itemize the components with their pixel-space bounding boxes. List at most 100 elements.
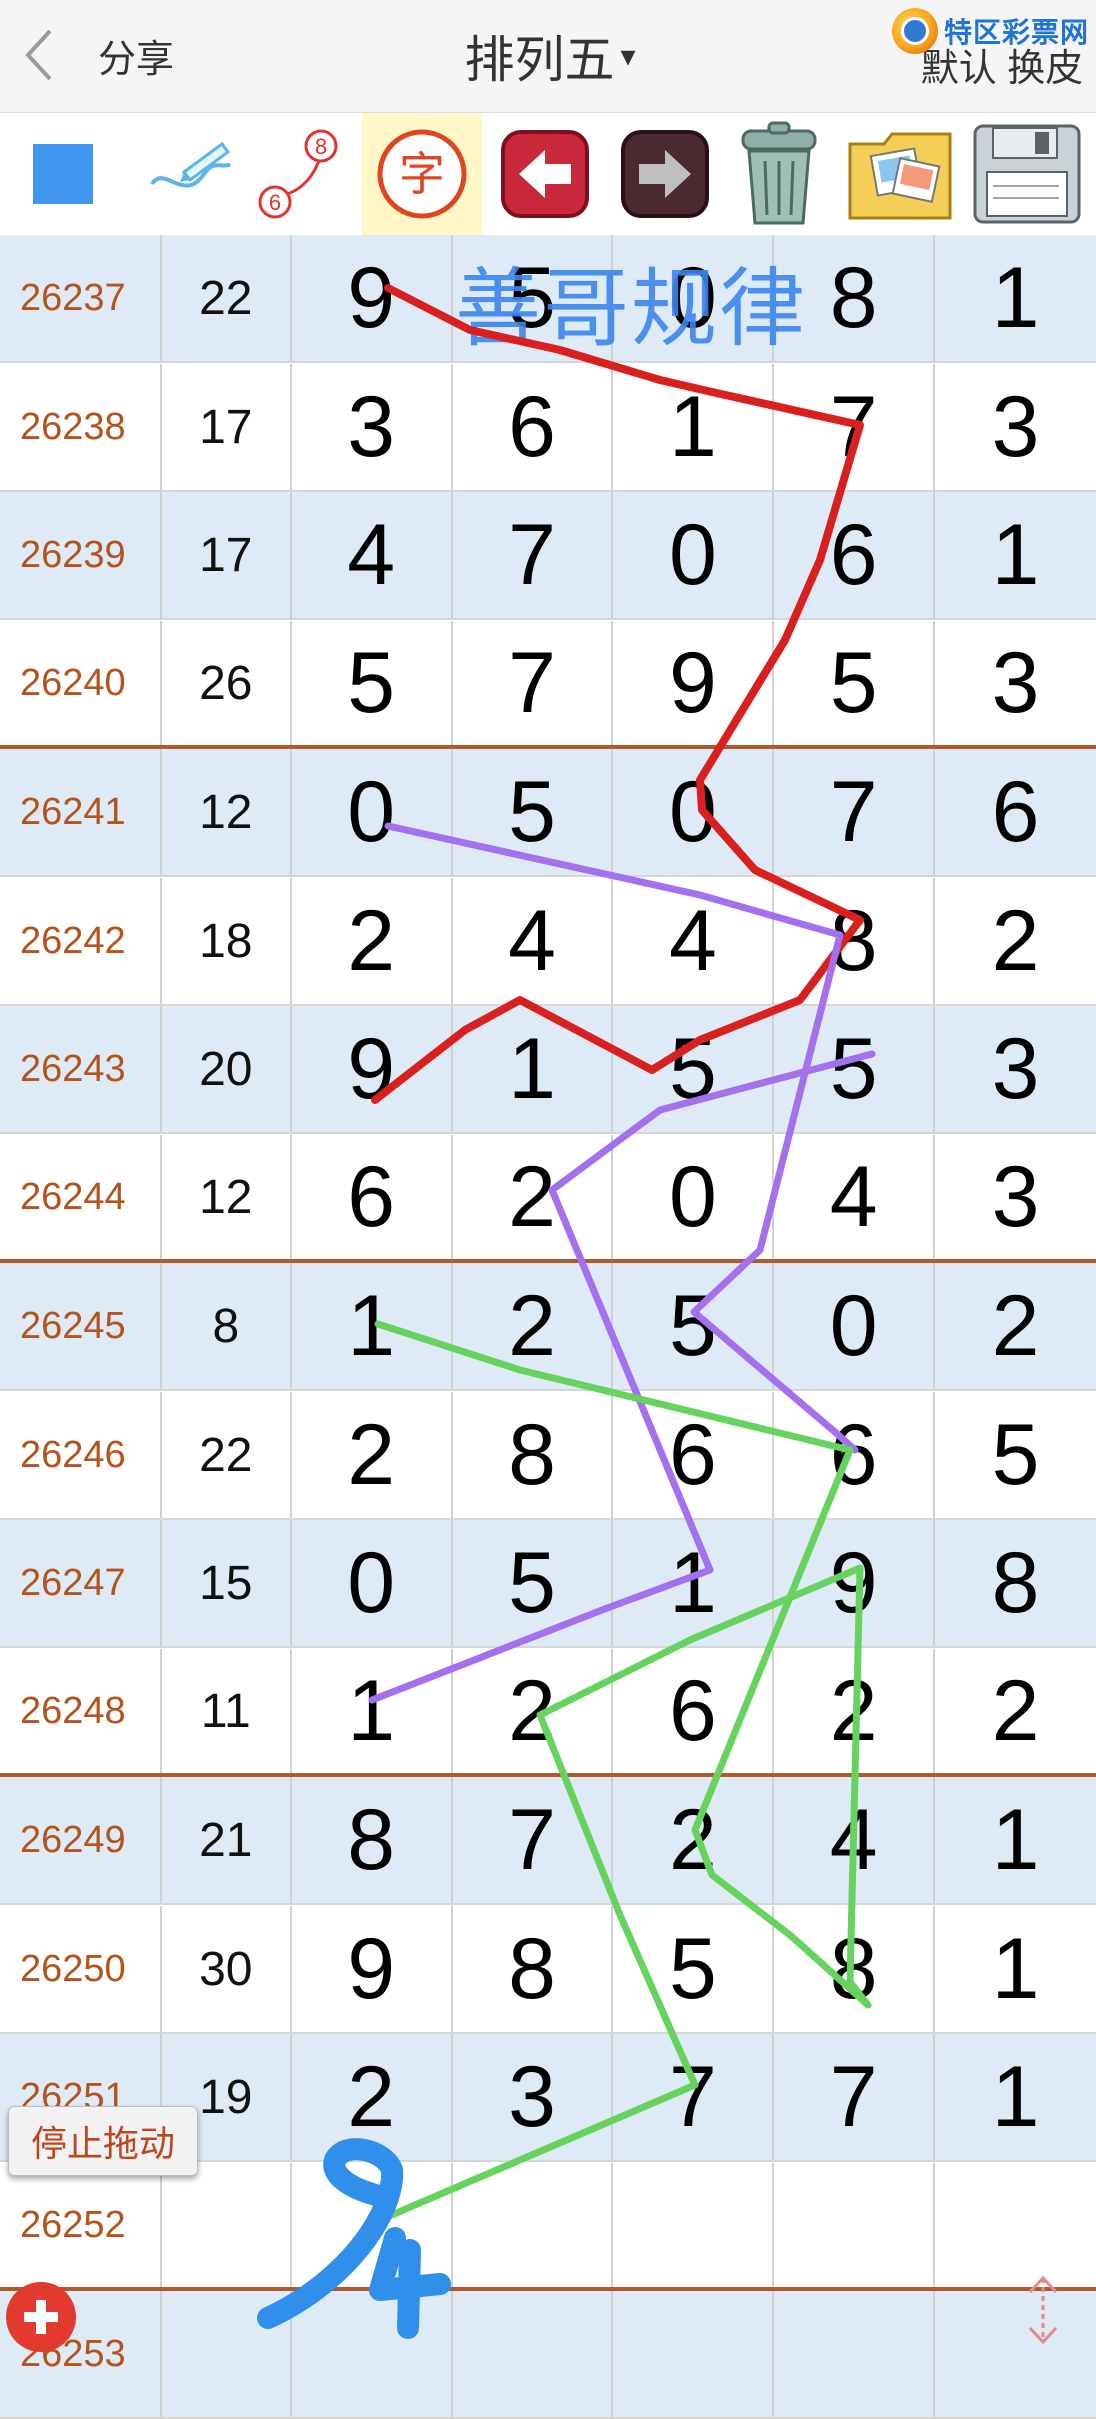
digit-cell-3[interactable]: 5 xyxy=(613,1906,775,2032)
color-square-tool[interactable] xyxy=(18,113,108,235)
digit-cell-1[interactable]: 1 xyxy=(292,1263,453,1389)
digit-cell-3[interactable]: 0 xyxy=(613,749,775,875)
digit-cell-1[interactable]: 2 xyxy=(292,1392,453,1518)
share-back-button[interactable]: 分享 xyxy=(20,20,190,90)
pen-tool[interactable] xyxy=(140,113,240,235)
digit-cell-4[interactable]: 8 xyxy=(774,1906,936,2032)
digit-cell-1[interactable]: 6 xyxy=(292,1135,453,1259)
digit-cell-1[interactable]: 0 xyxy=(292,749,453,875)
digit-cell-2[interactable]: 5 xyxy=(453,749,614,875)
digit-cell-2[interactable]: 3 xyxy=(453,2034,614,2160)
digit-cell-2[interactable]: 7 xyxy=(453,621,614,745)
digit-cell-5[interactable]: 2 xyxy=(935,1263,1096,1389)
digit-cell-4[interactable]: 7 xyxy=(774,749,936,875)
digit-cell-4[interactable]: 8 xyxy=(774,878,936,1004)
digit-cell-5[interactable]: 2 xyxy=(935,1649,1096,1773)
digit-cell-2[interactable]: 2 xyxy=(453,1135,614,1259)
digit-cell-4[interactable]: 0 xyxy=(774,1263,936,1389)
digit-cell-3[interactable]: 2 xyxy=(613,1777,775,1903)
digit-cell-2[interactable]: 4 xyxy=(453,878,614,1004)
digit-cell-2[interactable]: 6 xyxy=(453,364,614,490)
digit-cell-3[interactable]: 4 xyxy=(613,878,775,1004)
digit-cell-4[interactable]: 7 xyxy=(774,2034,936,2160)
digit-cell-1[interactable] xyxy=(292,2163,453,2287)
undo-button[interactable] xyxy=(490,113,600,235)
redo-button[interactable] xyxy=(610,113,720,235)
digit-cell-1[interactable]: 0 xyxy=(292,1520,453,1646)
digit-cell-3[interactable] xyxy=(613,2163,775,2287)
digit-cell-2[interactable] xyxy=(453,2163,614,2287)
digit-cell-4[interactable]: 5 xyxy=(774,621,936,745)
digit-cell-1[interactable]: 1 xyxy=(292,1649,453,1773)
digit-cell-1[interactable]: 9 xyxy=(292,1006,453,1132)
digit-cell-3[interactable]: 0 xyxy=(613,492,775,618)
line-connect-tool[interactable]: 8 6 xyxy=(250,113,350,235)
digit-cell-4[interactable]: 2 xyxy=(774,1649,936,1773)
digit-cell-1[interactable]: 3 xyxy=(292,364,453,490)
digit-cell-1[interactable]: 4 xyxy=(292,492,453,618)
photo-library-button[interactable] xyxy=(840,113,960,235)
digit-cell-5[interactable]: 3 xyxy=(935,364,1096,490)
top-bar: 分享 排列五 ▾ 默认 换皮 特区彩票网 xyxy=(0,0,1096,113)
clear-button[interactable] xyxy=(724,113,834,235)
digit-cell-4[interactable]: 7 xyxy=(774,364,936,490)
digit-cell-3[interactable]: 1 xyxy=(613,1520,775,1646)
stop-drag-button[interactable]: 停止拖动 xyxy=(8,2106,198,2176)
digit-cell-5[interactable]: 8 xyxy=(935,1520,1096,1646)
digit-cell-4[interactable]: 4 xyxy=(774,1135,936,1259)
lottery-type-selector[interactable]: 排列五 ▾ xyxy=(430,18,670,94)
digit-cell-2[interactable]: 2 xyxy=(453,1649,614,1773)
digit-cell-2[interactable]: 8 xyxy=(453,1906,614,2032)
digit-cell-4[interactable]: 6 xyxy=(774,1392,936,1518)
digit-cell-1[interactable]: 5 xyxy=(292,621,453,745)
text-tool[interactable]: 字 xyxy=(362,113,482,235)
digit-cell-5[interactable]: 3 xyxy=(935,1135,1096,1259)
digit-cell-3[interactable]: 9 xyxy=(613,621,775,745)
digit-cell-4[interactable]: 5 xyxy=(774,1006,936,1132)
digit-cell-3[interactable]: 0 xyxy=(613,1135,775,1259)
period-cell: 26237 xyxy=(0,235,162,361)
digit-cell-4[interactable]: 4 xyxy=(774,1777,936,1903)
scroll-handle[interactable] xyxy=(1018,2270,1068,2350)
digit-cell-2[interactable]: 1 xyxy=(453,1006,614,1132)
digit-cell-5[interactable]: 6 xyxy=(935,749,1096,875)
digit-cell-3[interactable]: 5 xyxy=(613,1006,775,1132)
period-cell: 26239 xyxy=(0,492,162,618)
digit-cell-5[interactable]: 1 xyxy=(935,235,1096,361)
digit-cell-3[interactable]: 7 xyxy=(613,2034,775,2160)
digit-cell-4[interactable]: 6 xyxy=(774,492,936,618)
digit-cell-5[interactable]: 1 xyxy=(935,2034,1096,2160)
save-button[interactable] xyxy=(962,113,1092,235)
digit-cell-4[interactable] xyxy=(774,2163,936,2287)
digit-cell-2[interactable] xyxy=(453,2291,614,2417)
digit-cell-4[interactable]: 9 xyxy=(774,1520,936,1646)
digit-cell-2[interactable]: 8 xyxy=(453,1392,614,1518)
digit-cell-1[interactable]: 8 xyxy=(292,1777,453,1903)
digit-cell-3[interactable] xyxy=(613,2291,775,2417)
sum-cell: 22 xyxy=(162,1392,292,1518)
digit-cell-5[interactable]: 5 xyxy=(935,1392,1096,1518)
digit-cell-1[interactable] xyxy=(292,2291,453,2417)
digit-cell-3[interactable]: 5 xyxy=(613,1263,775,1389)
digit-cell-3[interactable]: 6 xyxy=(613,1392,775,1518)
add-row-button[interactable] xyxy=(6,2282,76,2352)
digit-cell-1[interactable]: 9 xyxy=(292,235,453,361)
digit-cell-2[interactable]: 7 xyxy=(453,492,614,618)
digit-cell-2[interactable]: 5 xyxy=(453,1520,614,1646)
digit-cell-1[interactable]: 2 xyxy=(292,878,453,1004)
digit-cell-5[interactable] xyxy=(935,2291,1096,2417)
digit-cell-5[interactable]: 2 xyxy=(935,878,1096,1004)
digit-cell-5[interactable]: 1 xyxy=(935,1906,1096,2032)
digit-cell-3[interactable]: 6 xyxy=(613,1649,775,1773)
digit-cell-2[interactable]: 2 xyxy=(453,1263,614,1389)
digit-cell-2[interactable]: 7 xyxy=(453,1777,614,1903)
digit-cell-1[interactable]: 9 xyxy=(292,1906,453,2032)
digit-cell-5[interactable]: 3 xyxy=(935,621,1096,745)
digit-cell-3[interactable]: 1 xyxy=(613,364,775,490)
digit-cell-5[interactable] xyxy=(935,2163,1096,2287)
digit-cell-5[interactable]: 3 xyxy=(935,1006,1096,1132)
digit-cell-1[interactable]: 2 xyxy=(292,2034,453,2160)
digit-cell-4[interactable] xyxy=(774,2291,936,2417)
digit-cell-5[interactable]: 1 xyxy=(935,1777,1096,1903)
digit-cell-5[interactable]: 1 xyxy=(935,492,1096,618)
